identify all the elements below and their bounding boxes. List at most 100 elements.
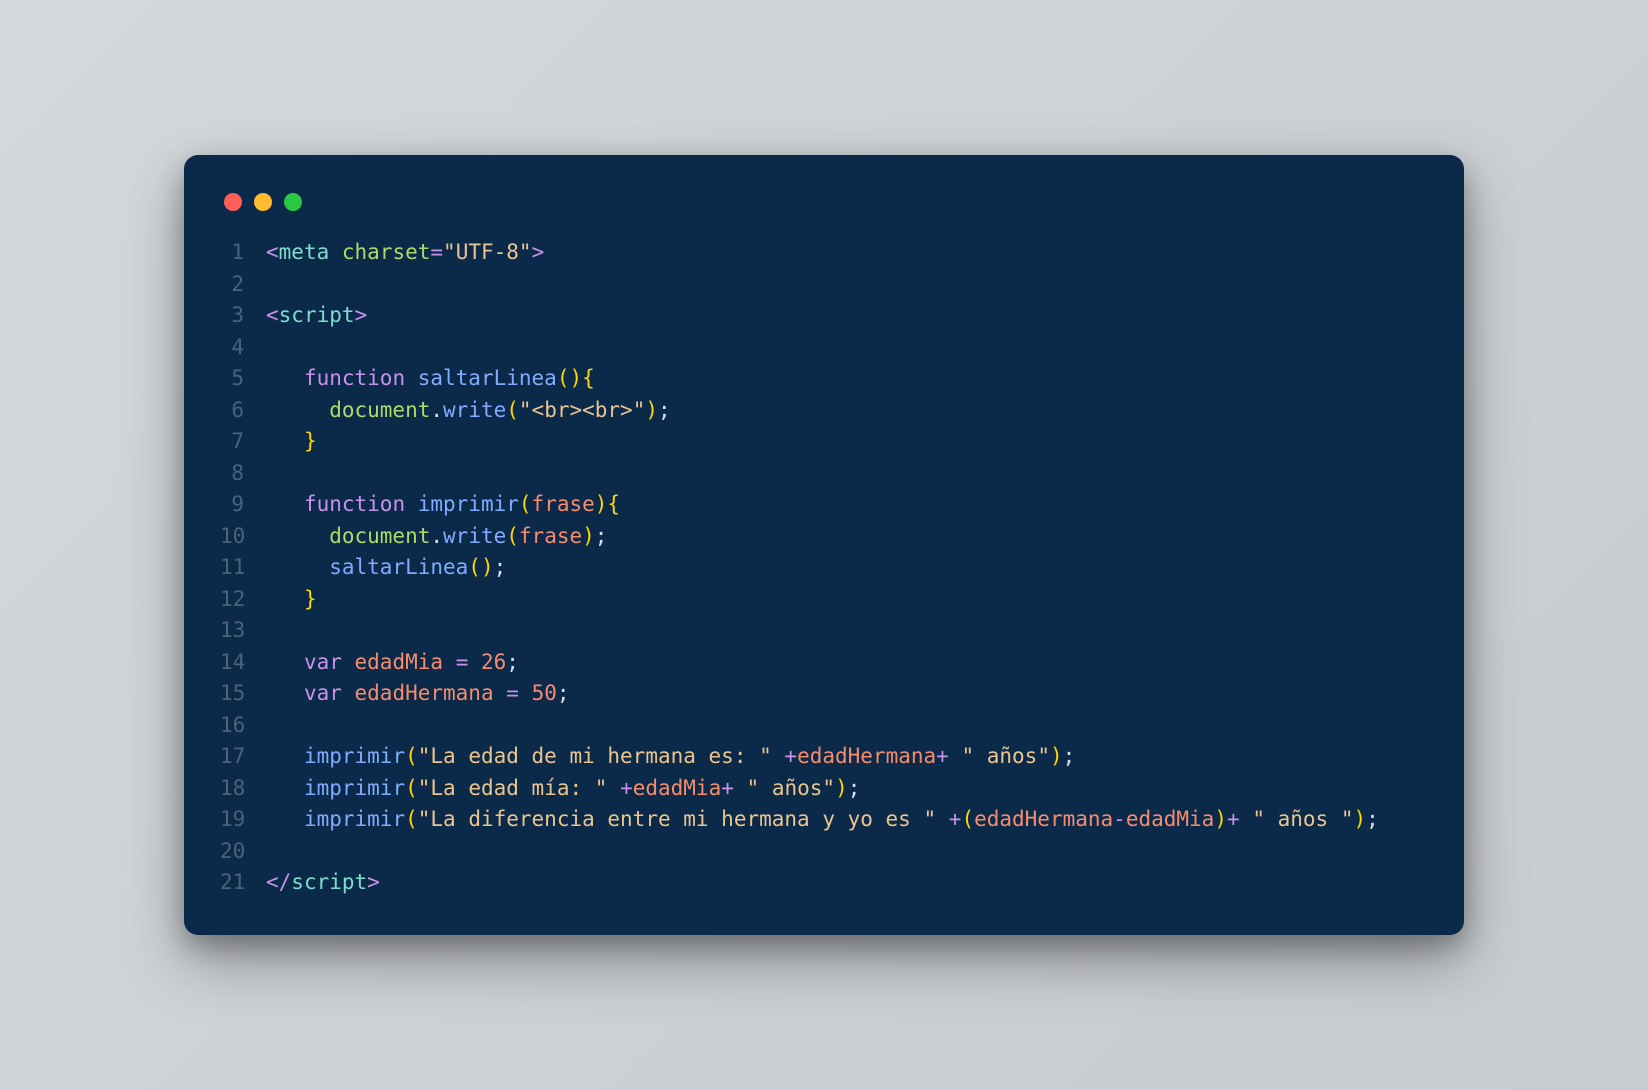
code-content[interactable] [266,269,279,301]
token: = [506,681,519,705]
code-content[interactable]: imprimir("La edad mía: " +edadMia+ " año… [266,773,860,805]
code-line[interactable]: 20 [220,836,1428,868]
token: + [721,776,734,800]
token: > [532,240,545,264]
code-content[interactable] [266,458,279,490]
code-content[interactable]: <meta charset="UTF-8"> [266,237,544,269]
token: ( [961,807,974,831]
code-content[interactable] [266,836,279,868]
code-content[interactable]: </script> [266,867,380,899]
token [1240,807,1253,831]
window-titlebar [220,185,1428,237]
token: edadMia [1126,807,1215,831]
code-line[interactable]: 10 document.write(frase); [220,521,1428,553]
code-editor[interactable]: 1<meta charset="UTF-8">2 3<script>4 5 fu… [220,237,1428,899]
code-line[interactable]: 5 function saltarLinea(){ [220,363,1428,395]
token: saltarLinea [418,366,557,390]
code-line[interactable]: 8 [220,458,1428,490]
token: ; [1366,807,1379,831]
line-number: 10 [220,521,266,553]
code-content[interactable]: var edadHermana = 50; [266,678,570,710]
code-content[interactable]: var edadMia = 26; [266,647,519,679]
token: ; [595,524,608,548]
code-line[interactable]: 2 [220,269,1428,301]
code-line[interactable]: 11 saltarLinea(); [220,552,1428,584]
line-number: 19 [220,804,266,836]
code-content[interactable] [266,332,279,364]
token: ( [405,807,418,831]
code-content[interactable]: document.write("<br><br>"); [266,395,671,427]
code-line[interactable]: 19 imprimir("La diferencia entre mi herm… [220,804,1428,836]
token: "La edad mía: " [418,776,608,800]
token [266,555,329,579]
code-line[interactable]: 7 } [220,426,1428,458]
code-line[interactable]: 18 imprimir("La edad mía: " +edadMia+ " … [220,773,1428,805]
token: + [1227,807,1240,831]
close-icon[interactable] [224,193,242,211]
token: + [784,744,797,768]
code-content[interactable] [266,615,279,647]
code-line[interactable]: 1<meta charset="UTF-8"> [220,237,1428,269]
token: function [304,492,418,516]
line-number: 11 [220,552,266,584]
token: script [279,303,355,327]
token: < [266,303,279,327]
code-content[interactable]: } [266,426,317,458]
token: . [430,524,443,548]
zoom-icon[interactable] [284,193,302,211]
token: var [304,650,355,674]
token: - [1113,807,1126,831]
code-content[interactable]: document.write(frase); [266,521,607,553]
token: script [291,870,367,894]
token [266,398,329,422]
code-content[interactable]: imprimir("La edad de mi hermana es: " +e… [266,741,1075,773]
code-content[interactable]: imprimir("La diferencia entre mi hermana… [266,804,1379,836]
line-number: 1 [220,237,266,269]
code-line[interactable]: 3<script> [220,300,1428,332]
token: imprimir [304,776,405,800]
token: + [620,776,633,800]
token: 26 [481,650,506,674]
line-number: 18 [220,773,266,805]
token: write [443,398,506,422]
token: () [468,555,493,579]
token: ( [405,776,418,800]
line-number: 14 [220,647,266,679]
token: edadHermana [974,807,1113,831]
code-content[interactable]: function saltarLinea(){ [266,363,595,395]
token: { [582,366,595,390]
token [266,492,304,516]
token: ; [494,555,507,579]
code-line[interactable]: 16 [220,710,1428,742]
line-number: 17 [220,741,266,773]
token [266,366,304,390]
token: . [430,398,443,422]
token: ) [1214,807,1227,831]
token [468,650,481,674]
code-content[interactable]: function imprimir(frase){ [266,489,620,521]
code-line[interactable]: 17 imprimir("La edad de mi hermana es: "… [220,741,1428,773]
token: edadMia [355,650,444,674]
code-line[interactable]: 6 document.write("<br><br>"); [220,395,1428,427]
code-line[interactable]: 9 function imprimir(frase){ [220,489,1428,521]
line-number: 16 [220,710,266,742]
line-number: 12 [220,584,266,616]
token [266,681,304,705]
minimize-icon[interactable] [254,193,272,211]
line-number: 3 [220,300,266,332]
line-number: 20 [220,836,266,868]
code-line[interactable]: 13 [220,615,1428,647]
token: ( [519,492,532,516]
token: var [304,681,355,705]
code-line[interactable]: 15 var edadHermana = 50; [220,678,1428,710]
token: ) [645,398,658,422]
code-line[interactable]: 4 [220,332,1428,364]
code-content[interactable]: saltarLinea(); [266,552,506,584]
code-line[interactable]: 14 var edadMia = 26; [220,647,1428,679]
code-content[interactable]: } [266,584,317,616]
code-line[interactable]: 12 } [220,584,1428,616]
code-line[interactable]: 21</script> [220,867,1428,899]
code-content[interactable]: <script> [266,300,367,332]
token: ; [1063,744,1076,768]
code-content[interactable] [266,710,279,742]
